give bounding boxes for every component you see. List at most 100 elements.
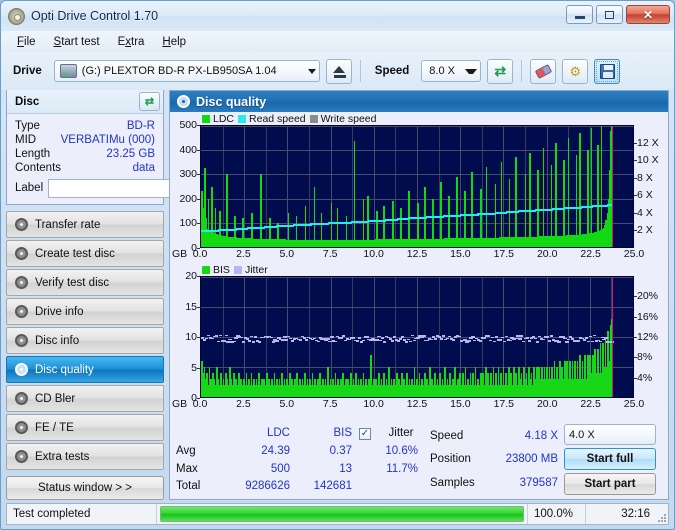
disc-row-mid: MID VERBATIMu (000) [15, 133, 155, 147]
disc-refresh-button[interactable]: ⇄ [139, 92, 160, 111]
sidebar-item-drive-info[interactable]: Drive info [6, 298, 164, 325]
legend-label: LDC [213, 112, 235, 125]
sidebar-item-cd-bler[interactable]: CD Bler [6, 385, 164, 412]
chevron-down-icon [307, 68, 316, 74]
results-total-jitter [372, 485, 424, 487]
title-bar: Opti Drive Control 1.70 ✕ [1, 1, 674, 31]
sidebar-item-disc-quality[interactable]: Disc quality [6, 356, 164, 383]
drive-label: Drive [13, 65, 42, 77]
progress-percent: 100.0% [528, 504, 586, 524]
sidebar-item-label: FE / TE [35, 421, 74, 434]
bis-y2-axis: 4% 8% 12% 16% 20% [634, 276, 668, 398]
speed-select[interactable]: 8.0 X [421, 60, 482, 82]
sidebar-item-extra-tests[interactable]: Extra tests [6, 443, 164, 470]
disc-type-label: Type [15, 120, 40, 132]
drive-select-value: (G:) PLEXTOR BD-R PX-LB950SA 1.04 [81, 65, 277, 77]
results-avg-bis: 0.37 [329, 445, 352, 458]
left-panel: Disc ⇄ Type BD-R MID VERBATIMu (000) Len… [6, 90, 258, 500]
disc-row-type: Type BD-R [15, 119, 155, 133]
results-area: LDC BIS ✓ Jitter Avg 24.39 0.37 10.6% Ma… [170, 421, 668, 499]
sidebar-item-label: Extra tests [35, 450, 90, 463]
results-max-jitter: 11.7% [386, 462, 418, 475]
results-max-bis: 13 [339, 462, 352, 475]
minimize-button[interactable] [566, 5, 593, 24]
eject-button[interactable] [325, 58, 352, 84]
results-total-ldc: 9286626 [245, 480, 290, 493]
legend-swatch-read-speed [238, 114, 247, 123]
start-part-button[interactable]: Start part [564, 473, 656, 495]
jitter-checkbox[interactable]: ✓ [359, 427, 371, 440]
ldc-x-axis: 0.0 2.5 5.0 7.5 10.0 12.5 15.0 17.5 20.0 22.5 25.0… [172, 248, 645, 260]
sidebar-item-verify-test-disc[interactable]: Verify test disc [6, 269, 164, 296]
toolbar-separator [359, 60, 361, 82]
disc-verify-icon [15, 276, 28, 289]
refresh-icon: ⇄ [494, 63, 507, 79]
legend-write-speed: Write speed [309, 112, 377, 125]
page-title: Disc quality [196, 94, 267, 109]
test-speed-select[interactable]: 4.0 X [564, 424, 656, 445]
sidebar-item-label: Drive info [35, 305, 84, 318]
results-max-ldc: 500 [270, 462, 290, 475]
legend-swatch-bis [202, 265, 210, 274]
disc-panel-title: Disc [15, 95, 40, 108]
menu-extra[interactable]: Extra [110, 34, 153, 50]
sidebar-item-label: CD Bler [35, 392, 76, 405]
sidebar-item-create-test-disc[interactable]: Create test disc [6, 240, 164, 267]
refresh-button[interactable]: ⇄ [487, 58, 514, 84]
sidebar-item-label: Transfer rate [35, 218, 101, 231]
bis-y-axis: 0 5 10 15 20 [170, 270, 200, 404]
drive-select[interactable]: (G:) PLEXTOR BD-R PX-LB950SA 1.04 [53, 60, 320, 82]
chevron-down-icon [465, 68, 478, 74]
menu-help[interactable]: Help [154, 34, 194, 50]
bis-plot[interactable] [200, 276, 634, 398]
legend-ldc: LDC [202, 113, 234, 125]
elapsed-time: 32:16 [621, 508, 650, 520]
results-row-avg-label: Avg [176, 445, 196, 458]
sidebar-item-fe-te[interactable]: FE / TE [6, 414, 164, 441]
close-button[interactable]: ✕ [626, 5, 670, 24]
sidebar-item-transfer-rate[interactable]: Transfer rate [6, 211, 164, 238]
legend-swatch-ldc [202, 114, 210, 123]
disc-label-caption: Label [15, 182, 44, 194]
save-button[interactable] [594, 58, 621, 84]
start-full-button[interactable]: Start full [564, 448, 656, 470]
results-col-jitter: Jitter [388, 427, 414, 440]
disc-rows: Type BD-R MID VERBATIMu (000) Length 23.… [7, 114, 258, 204]
sidebar-nav: Transfer rate Create test disc Verify te… [6, 211, 164, 470]
menu-start-test[interactable]: Start test [46, 34, 108, 50]
maximize-button[interactable] [596, 5, 623, 24]
drive-icon [59, 64, 77, 78]
drive-info-icon [15, 305, 28, 318]
results-col-ldc: LDC [266, 427, 290, 440]
ldc-y2-axis: 2 X4 X6 X8 X 10 X 12 X [634, 125, 668, 248]
ldc-plot[interactable] [200, 125, 634, 248]
disc-info-icon [15, 334, 28, 347]
ldc-plot-row: 0 100 200 300 400 500 2 X4 X6 X8 X 10 X 12 X [170, 119, 668, 254]
bis-legend: BIS Jitter [170, 263, 668, 276]
legend-label: Write speed [320, 112, 377, 125]
ldc-x-unit: GB [172, 248, 188, 260]
toolbar: Drive (G:) PLEXTOR BD-R PX-LB950SA 1.04 … [1, 52, 674, 90]
menu-file[interactable]: File [9, 34, 44, 50]
body-area: Disc ⇄ Type BD-R MID VERBATIMu (000) Len… [1, 90, 674, 503]
speed-select-value: 8.0 X [429, 65, 455, 77]
results-metrics: Speed 4.18 X Position 23800 MB Samples 3… [430, 424, 558, 495]
disc-label-row: Label [15, 178, 258, 200]
tools-button[interactable]: ⚙ [562, 58, 589, 84]
results-row-max-label: Max [176, 462, 198, 475]
results-col-bis: BIS [333, 427, 352, 440]
disc-contents-value: data [132, 162, 155, 174]
legend-swatch-write-speed [309, 114, 318, 123]
results-row-total-label: Total [176, 480, 201, 493]
erase-button[interactable] [530, 58, 557, 84]
sidebar-item-disc-info[interactable]: Disc info [6, 327, 164, 354]
legend-label: Read speed [249, 112, 306, 125]
disc-length-label: Length [15, 148, 51, 160]
disc-transfer-icon [15, 218, 28, 231]
status-window-button[interactable]: Status window > > [6, 476, 164, 500]
bis-x-axis: 0.0 2.5 5.0 7.5 10.0 12.5 15.0 17.5 20.0 22.5 25.0… [172, 398, 645, 410]
resize-grip[interactable] [656, 504, 668, 524]
disc-create-icon [15, 247, 28, 260]
ldc-y-axis: 0 100 200 300 400 500 [170, 119, 200, 254]
bis-chart: BIS Jitter 0 5 10 15 20 4% 8% 12% 16% 20% [170, 263, 668, 413]
